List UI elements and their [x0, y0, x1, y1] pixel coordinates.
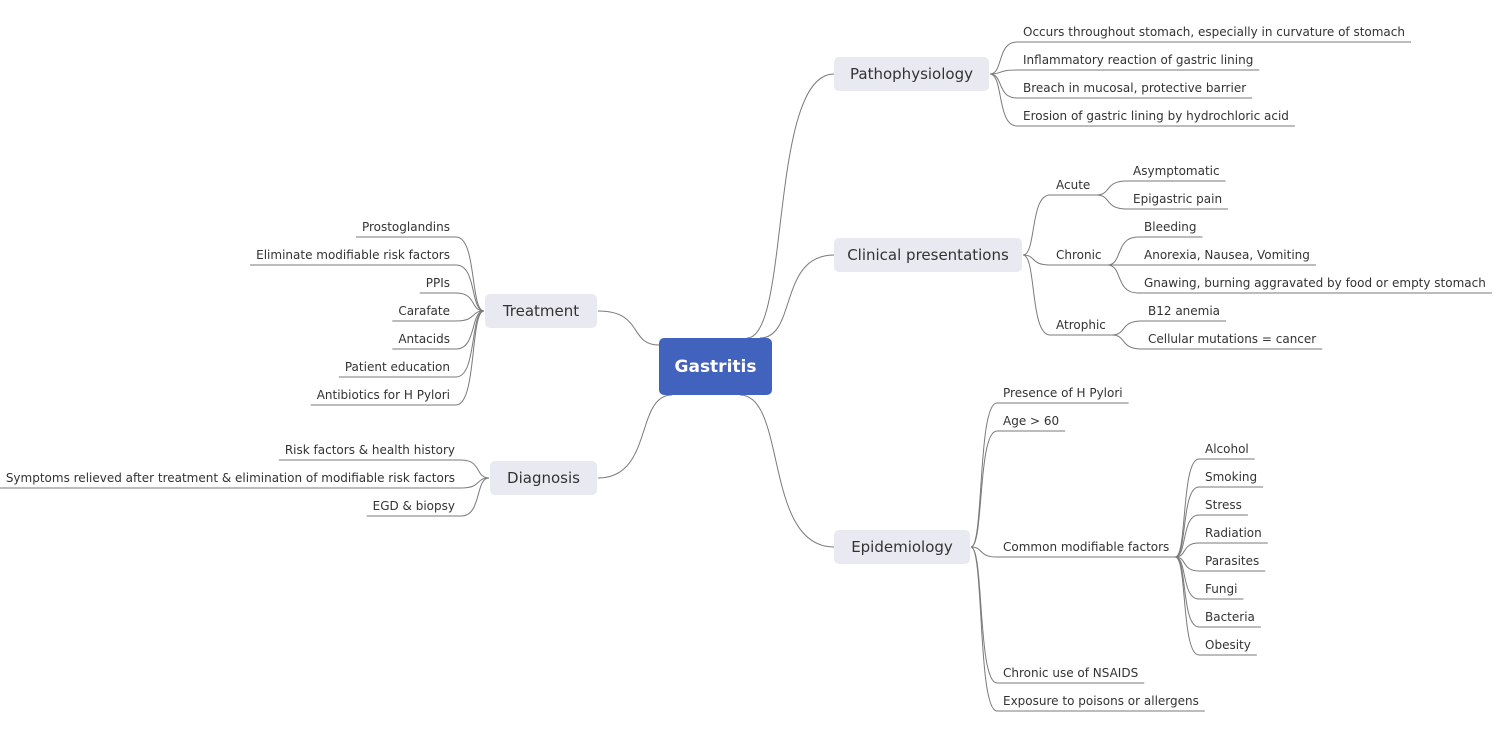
pathophysiology-item[interactable]: Inflammatory reaction of gastric lining	[1023, 53, 1253, 67]
treatment-item[interactable]: Prostoglandins	[362, 220, 450, 234]
connector-line	[1175, 514, 1200, 558]
clinical-item[interactable]: Bleeding	[1144, 220, 1197, 234]
connector-line	[1022, 254, 1051, 266]
topic-pathophysiology[interactable]: Pathophysiology	[834, 57, 989, 91]
modifiable-factor-item[interactable]: Alcohol	[1205, 442, 1249, 456]
clinical-item[interactable]: B12 anemia	[1148, 304, 1220, 318]
epidemiology-item[interactable]: Age > 60	[1003, 414, 1059, 428]
topic-diagnosis[interactable]: Diagnosis	[490, 461, 597, 495]
treatment-item[interactable]: Eliminate modifiable risk factors	[256, 248, 450, 262]
connector-line	[1107, 236, 1139, 266]
diagnosis-item[interactable]: Symptoms relieved after treatment & elim…	[6, 471, 455, 485]
treatment-item[interactable]: Antacids	[398, 332, 450, 346]
connector-line	[989, 69, 1018, 75]
clinical-group-chronic[interactable]: Chronic	[1056, 248, 1102, 262]
treatment-item[interactable]: Carafate	[398, 304, 450, 318]
connector-pathophysiology	[746, 73, 835, 339]
treatment-item[interactable]: Patient education	[345, 360, 450, 374]
clinical-item[interactable]: Cellular mutations = cancer	[1148, 332, 1316, 346]
connector-line	[1022, 254, 1051, 336]
connector-epidemiology	[739, 394, 835, 548]
pathophysiology-item[interactable]: Occurs throughout stomach, especially in…	[1023, 25, 1405, 39]
topic-epidemiology[interactable]: Epidemiology	[834, 530, 970, 564]
diagnosis-item[interactable]: EGD & biopsy	[373, 499, 455, 513]
connector-line	[989, 73, 1018, 99]
connector-clinical	[759, 254, 835, 339]
connector-line	[989, 41, 1018, 75]
connector-line	[1022, 194, 1051, 256]
epidemiology-item[interactable]: Presence of H Pylori	[1003, 386, 1123, 400]
modifiable-factor-item[interactable]: Parasites	[1205, 554, 1259, 568]
diagnosis-item[interactable]: Risk factors & health history	[285, 443, 455, 457]
modifiable-factor-item[interactable]: Fungi	[1205, 582, 1237, 596]
connector-line	[970, 402, 998, 548]
modifiable-factor-item[interactable]: Stress	[1205, 498, 1242, 512]
connector-line	[1096, 194, 1128, 210]
modifiable-factor-item[interactable]: Bacteria	[1205, 610, 1255, 624]
clinical-item[interactable]: Asymptomatic	[1133, 164, 1220, 178]
connector-line	[460, 459, 490, 479]
clinical-group-acute[interactable]: Acute	[1056, 178, 1090, 192]
connector-line	[455, 310, 485, 350]
epidemiology-item[interactable]: Exposure to poisons or allergens	[1003, 694, 1199, 708]
connector-line	[460, 477, 490, 517]
connector-line	[455, 264, 485, 312]
clinical-item[interactable]: Anorexia, Nausea, Vomiting	[1144, 248, 1310, 262]
pathophysiology-item[interactable]: Erosion of gastric lining by hydrochlori…	[1023, 109, 1289, 123]
pathophysiology-item[interactable]: Breach in mucosal, protective barrier	[1023, 81, 1246, 95]
connector-line	[970, 546, 998, 712]
modifiable-factor-item[interactable]: Radiation	[1205, 526, 1262, 540]
connector-line	[1111, 320, 1143, 336]
clinical-group-atrophic[interactable]: Atrophic	[1056, 318, 1106, 332]
treatment-item[interactable]: PPIs	[426, 276, 450, 290]
epidemiology-item[interactable]: Common modifiable factors	[1003, 540, 1169, 554]
connector-line	[1175, 556, 1200, 600]
connector-diagnosis	[597, 394, 673, 479]
clinical-item[interactable]: Gnawing, burning aggravated by food or e…	[1144, 276, 1486, 290]
treatment-item[interactable]: Antibiotics for H Pylori	[317, 388, 450, 402]
topic-treatment[interactable]: Treatment	[485, 294, 597, 328]
connector-line	[1096, 180, 1128, 196]
modifiable-factor-item[interactable]: Smoking	[1205, 470, 1257, 484]
clinical-item[interactable]: Epigastric pain	[1133, 192, 1222, 206]
modifiable-factor-item[interactable]: Obesity	[1205, 638, 1251, 652]
connector-line	[1111, 334, 1143, 350]
connector-line	[455, 236, 485, 312]
connector-line	[989, 73, 1018, 127]
epidemiology-item[interactable]: Chronic use of NSAIDS	[1003, 666, 1138, 680]
central-topic[interactable]: Gastritis	[659, 338, 772, 395]
topic-clinical-presentations[interactable]: Clinical presentations	[834, 238, 1022, 272]
connector-treatment	[597, 310, 660, 346]
connector-line	[1107, 264, 1139, 294]
